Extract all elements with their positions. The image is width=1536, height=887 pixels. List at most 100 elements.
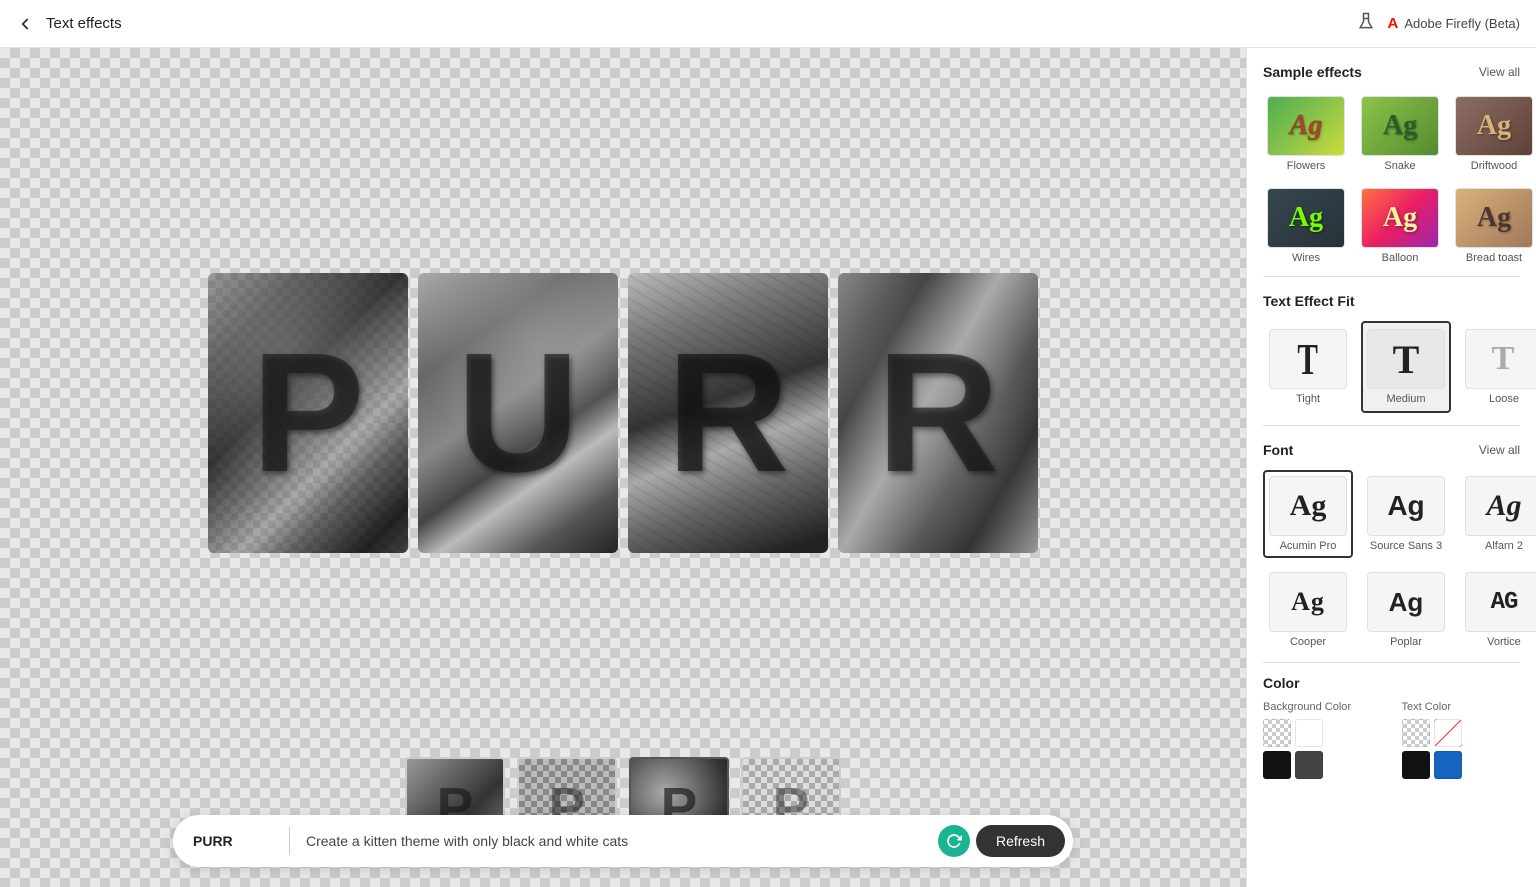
- effect-driftwood[interactable]: Ag Driftwood: [1451, 92, 1536, 176]
- font-alfarn-thumb: Ag: [1465, 476, 1536, 536]
- letter-U-char: U: [457, 315, 580, 511]
- page-title: Text effects: [46, 15, 122, 32]
- text-swatch-blue[interactable]: [1434, 751, 1462, 779]
- effect-flowers-label: Flowers: [1287, 160, 1326, 172]
- fit-loose[interactable]: T Loose: [1459, 321, 1536, 413]
- letter-R1: R: [628, 273, 828, 553]
- font-vortice-label: Vortice: [1487, 636, 1521, 648]
- right-panel: Sample effects View all Ag Flowers Ag Sn…: [1246, 48, 1536, 887]
- text-effect-fit-header: Text Effect Fit: [1263, 293, 1520, 309]
- text-effect-fit-section: Text Effect Fit T Tight T Medium: [1247, 277, 1536, 425]
- prompt-divider: [289, 827, 290, 855]
- adobe-brand-label: Adobe Firefly (Beta): [1404, 16, 1520, 31]
- effect-breadtoast[interactable]: Ag Bread toast: [1451, 184, 1536, 268]
- beaker-icon[interactable]: [1356, 11, 1376, 36]
- font-alfarn[interactable]: Ag Alfarn 2: [1459, 470, 1536, 558]
- prompt-word-input[interactable]: PURR: [193, 833, 273, 849]
- effect-breadtoast-label: Bread toast: [1466, 252, 1522, 264]
- fit-grid: T Tight T Medium T Loose: [1263, 321, 1520, 413]
- bg-swatch-white[interactable]: [1295, 719, 1323, 747]
- topbar-right: A Adobe Firefly (Beta): [1356, 11, 1520, 36]
- back-button[interactable]: [16, 15, 34, 33]
- fit-medium[interactable]: T Medium: [1361, 321, 1451, 413]
- font-vortice[interactable]: AG Vortice: [1459, 566, 1536, 654]
- text-color-label: Text Color: [1402, 701, 1521, 713]
- background-color-column: Background Color: [1263, 701, 1382, 779]
- font-acumin-thumb: Ag: [1269, 476, 1347, 536]
- font-header: Font View all: [1263, 442, 1520, 458]
- fit-loose-label: Loose: [1489, 393, 1519, 405]
- letter-R2-char: R: [877, 315, 1000, 511]
- font-alfarn-label: Alfarn 2: [1485, 540, 1523, 552]
- color-row: Background Color Text Color: [1263, 701, 1520, 779]
- canvas-area: P U R R P: [0, 48, 1246, 887]
- background-color-label: Background Color: [1263, 701, 1382, 713]
- font-cooper[interactable]: Ag Cooper: [1263, 566, 1353, 654]
- color-section: Color Background Color Text Color: [1247, 663, 1536, 791]
- effect-flowers-thumb: Ag: [1267, 96, 1345, 156]
- prompt-description[interactable]: Create a kitten theme with only black an…: [306, 833, 938, 849]
- text-swatch-transparent[interactable]: [1402, 719, 1430, 747]
- adobe-icon: A: [1388, 15, 1399, 32]
- effect-snake[interactable]: Ag Snake: [1357, 92, 1443, 176]
- effects-grid: Ag Flowers Ag Snake Ag Driftwood: [1263, 92, 1520, 268]
- effect-snake-label: Snake: [1384, 160, 1415, 172]
- effect-balloon-label: Balloon: [1382, 252, 1419, 264]
- effect-balloon-thumb: Ag: [1361, 188, 1439, 248]
- fit-loose-icon: T: [1465, 329, 1536, 389]
- effect-balloon[interactable]: Ag Balloon: [1357, 184, 1443, 268]
- sample-effects-view-all[interactable]: View all: [1479, 65, 1520, 79]
- font-acumin[interactable]: Ag Acumin Pro: [1263, 470, 1353, 558]
- font-poplar[interactable]: Ag Poplar: [1361, 566, 1451, 654]
- effect-driftwood-thumb: Ag: [1455, 96, 1533, 156]
- fit-medium-icon: T: [1367, 329, 1445, 389]
- fit-tight[interactable]: T Tight: [1263, 321, 1353, 413]
- letter-P: P: [208, 273, 408, 553]
- bg-swatch-black[interactable]: [1263, 751, 1291, 779]
- purr-display: P U R R: [20, 68, 1226, 757]
- font-cooper-label: Cooper: [1290, 636, 1326, 648]
- topbar: Text effects A Adobe Firefly (Beta): [0, 0, 1536, 48]
- text-swatches-row2: [1402, 751, 1521, 779]
- purr-letters: P U R R: [208, 273, 1038, 553]
- font-grid: Ag Acumin Pro Ag Source Sans 3 Ag Alfarn…: [1263, 470, 1520, 654]
- main-content: P U R R P: [0, 48, 1536, 887]
- text-swatch-black[interactable]: [1402, 751, 1430, 779]
- fit-tight-label: Tight: [1296, 393, 1320, 405]
- font-vortice-thumb: AG: [1465, 572, 1536, 632]
- font-poplar-label: Poplar: [1390, 636, 1422, 648]
- effect-driftwood-label: Driftwood: [1471, 160, 1517, 172]
- refresh-button[interactable]: Refresh: [976, 825, 1065, 857]
- effect-breadtoast-thumb: Ag: [1455, 188, 1533, 248]
- font-acumin-label: Acumin Pro: [1280, 540, 1337, 552]
- sample-effects-section: Sample effects View all Ag Flowers Ag Sn…: [1247, 48, 1536, 276]
- effect-wires-thumb: Ag: [1267, 188, 1345, 248]
- refresh-spin-icon[interactable]: [938, 825, 970, 857]
- letter-R2: R: [838, 273, 1038, 553]
- font-view-all[interactable]: View all: [1479, 443, 1520, 457]
- bg-swatch-darkgray[interactable]: [1295, 751, 1323, 779]
- letter-R1-char: R: [667, 315, 790, 511]
- effect-flowers[interactable]: Ag Flowers: [1263, 92, 1349, 176]
- sample-effects-title: Sample effects: [1263, 64, 1362, 80]
- effect-snake-thumb: Ag: [1361, 96, 1439, 156]
- background-swatches: [1263, 719, 1382, 747]
- font-source-thumb: Ag: [1367, 476, 1445, 536]
- topbar-left: Text effects: [16, 15, 122, 33]
- text-color-column: Text Color: [1402, 701, 1521, 779]
- effect-wires[interactable]: Ag Wires: [1263, 184, 1349, 268]
- font-cooper-thumb: Ag: [1269, 572, 1347, 632]
- fit-tight-icon: T: [1269, 329, 1347, 389]
- font-source[interactable]: Ag Source Sans 3: [1361, 470, 1451, 558]
- adobe-logo: A Adobe Firefly (Beta): [1388, 15, 1520, 32]
- text-swatches: [1402, 719, 1521, 747]
- color-title: Color: [1263, 675, 1520, 691]
- text-swatch-diag[interactable]: [1434, 719, 1462, 747]
- font-title: Font: [1263, 442, 1293, 458]
- effect-wires-label: Wires: [1292, 252, 1320, 264]
- background-swatches-row2: [1263, 751, 1382, 779]
- bg-swatch-transparent[interactable]: [1263, 719, 1291, 747]
- fit-medium-label: Medium: [1386, 393, 1425, 405]
- prompt-bar: PURR Create a kitten theme with only bla…: [173, 815, 1073, 867]
- font-poplar-thumb: Ag: [1367, 572, 1445, 632]
